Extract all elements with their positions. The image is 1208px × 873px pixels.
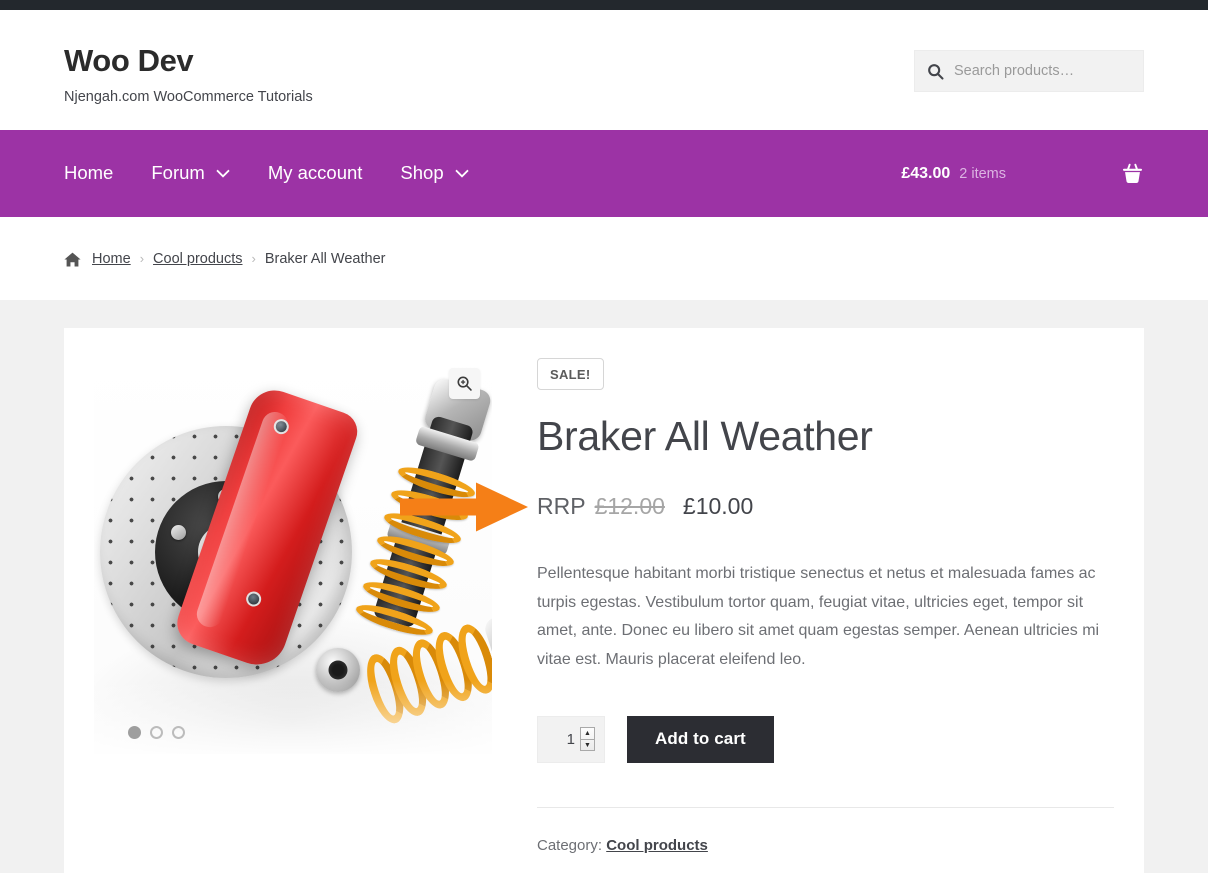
quantity-spinner[interactable]: ▲ ▼ xyxy=(580,727,595,752)
quantity-stepper[interactable]: ▲ ▼ xyxy=(537,715,605,763)
sale-badge: SALE! xyxy=(537,358,604,390)
product-title: Braker All Weather xyxy=(537,413,873,459)
gallery-dot[interactable] xyxy=(128,726,141,739)
category-label: Category: xyxy=(537,836,603,854)
cart-item-count: 2 items xyxy=(959,165,1006,182)
search-icon xyxy=(927,63,944,80)
add-to-cart-form: ▲ ▼ Add to cart xyxy=(537,715,1114,763)
product-description: Pellentesque habitant morbi tristique se… xyxy=(537,565,1100,668)
product-image[interactable] xyxy=(94,356,492,754)
price-sale: £10.00 xyxy=(682,493,754,520)
nav-item-my-account[interactable]: My account xyxy=(268,164,363,183)
nav-item-home[interactable]: Home xyxy=(64,164,113,183)
spinner-down-icon[interactable]: ▼ xyxy=(581,740,594,751)
home-icon[interactable] xyxy=(64,252,81,267)
admin-bar xyxy=(0,0,1208,10)
search-input[interactable] xyxy=(954,63,1131,79)
nav-label: My account xyxy=(267,162,363,184)
add-to-cart-button[interactable]: Add to cart xyxy=(627,715,774,763)
gallery-dot[interactable] xyxy=(172,726,185,739)
breadcrumb-current: Braker All Weather xyxy=(264,250,386,267)
nav-label: Shop xyxy=(400,162,444,184)
magnifier-plus-icon[interactable] xyxy=(449,368,480,399)
gallery-pagination xyxy=(128,726,194,739)
product-search-box[interactable] xyxy=(914,50,1144,92)
price-rrp-label: RRP xyxy=(537,493,586,520)
content-background: SALE! Braker All Weather RRP £12.00 £10.… xyxy=(0,300,1208,873)
product-gallery xyxy=(94,356,492,754)
breadcrumb-separator: › xyxy=(251,251,256,266)
cart-total-amount: £43.00 xyxy=(901,164,951,182)
category-link[interactable]: Cool products xyxy=(606,837,708,854)
site-branding[interactable]: Woo Dev Njengah.com WooCommerce Tutorial… xyxy=(64,43,313,106)
breadcrumb-bar: Home › Cool products › Braker All Weathe… xyxy=(0,217,1208,300)
product-meta: Category: Cool products Edit xyxy=(537,806,1114,873)
image-reflection xyxy=(94,680,492,754)
chevron-down-icon xyxy=(455,169,469,178)
primary-navigation: Home Forum My account Shop £43.00 2 item… xyxy=(0,130,1208,217)
price-regular: £12.00 xyxy=(594,493,665,520)
nav-label: Forum xyxy=(151,162,205,184)
site-header: Woo Dev Njengah.com WooCommerce Tutorial… xyxy=(0,10,1208,130)
gallery-dot[interactable] xyxy=(150,726,163,739)
nav-item-shop[interactable]: Shop xyxy=(400,162,469,184)
site-title[interactable]: Woo Dev xyxy=(64,43,313,78)
quantity-input[interactable] xyxy=(547,730,575,748)
product-card: SALE! Braker All Weather RRP £12.00 £10.… xyxy=(64,328,1144,873)
cart-summary[interactable]: £43.00 2 items xyxy=(901,163,1144,184)
breadcrumb: Home › Cool products › Braker All Weathe… xyxy=(64,217,1144,300)
product-summary: SALE! Braker All Weather RRP £12.00 £10.… xyxy=(400,356,1114,873)
product-price: RRP £12.00 £10.00 xyxy=(400,482,1114,532)
chevron-down-icon xyxy=(216,169,230,178)
breadcrumb-link-home[interactable]: Home xyxy=(92,251,131,267)
shopping-basket-icon[interactable] xyxy=(1121,163,1144,184)
nav-menu: Home Forum My account Shop xyxy=(64,164,469,183)
site-tagline: Njengah.com WooCommerce Tutorials xyxy=(64,89,313,106)
breadcrumb-separator: › xyxy=(139,251,145,266)
breadcrumb-link-category[interactable]: Cool products xyxy=(153,251,242,267)
nav-label: Home xyxy=(64,162,114,184)
spinner-up-icon[interactable]: ▲ xyxy=(581,728,594,740)
nav-item-forum[interactable]: Forum xyxy=(151,162,230,184)
